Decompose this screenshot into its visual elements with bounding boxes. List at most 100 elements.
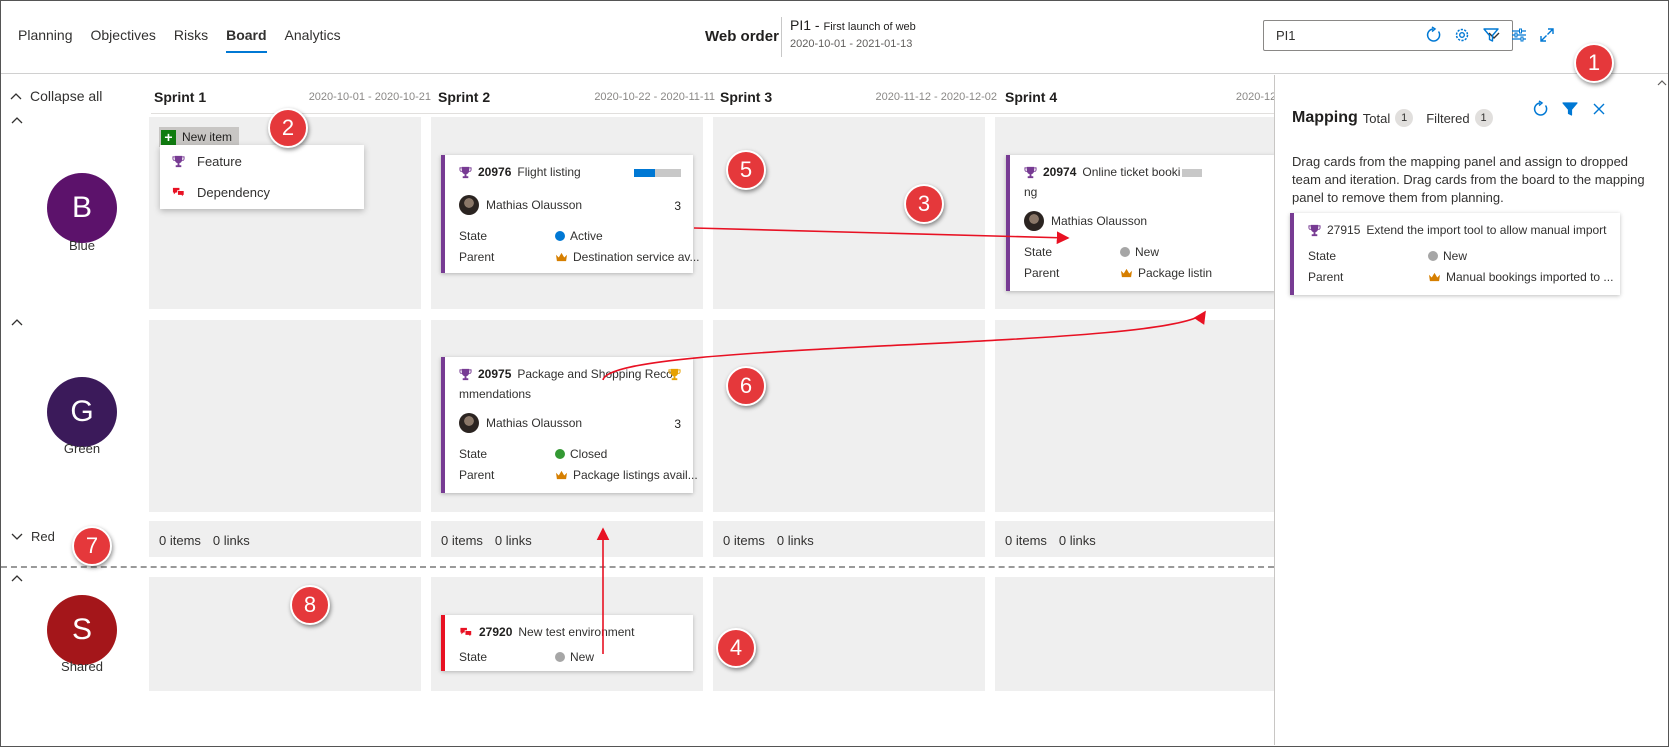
dependency-icon xyxy=(172,187,185,199)
sprint-name: Sprint 1 xyxy=(154,89,207,105)
pi-subtitle: First launch of web xyxy=(823,21,916,33)
settings-gear-icon[interactable] xyxy=(1453,26,1471,44)
parent-value[interactable]: Manual bookings imported to ... xyxy=(1428,270,1613,284)
state-text: Closed xyxy=(570,447,608,461)
plan-name: Web order xyxy=(705,28,779,45)
cell-blue-sprint3[interactable] xyxy=(713,117,985,309)
card-id: 20975 xyxy=(478,367,512,381)
filtered-label: Filtered xyxy=(1426,110,1470,126)
cell-green-sprint4[interactable] xyxy=(995,320,1274,512)
state-label: State xyxy=(1308,249,1337,263)
callout-2: 2 xyxy=(268,108,308,148)
parent-label: Parent xyxy=(459,468,495,482)
state-label: State xyxy=(459,447,488,461)
sprint-dates: 2020-12-0 xyxy=(1235,91,1274,103)
board: Collapse all Sprint 1 2020-10-01 - 2020-… xyxy=(1,75,1274,745)
shared-divider xyxy=(1,566,1274,568)
chevron-up-icon[interactable] xyxy=(10,573,24,583)
state-text: New xyxy=(570,650,595,664)
chevron-up-icon xyxy=(10,93,22,100)
cell-green-sprint3[interactable] xyxy=(713,320,985,512)
crown-icon xyxy=(1121,268,1132,277)
effort-value: 3 xyxy=(674,417,681,431)
card-20976[interactable]: 20976 Flight listing Mathias Olausson 3 … xyxy=(441,155,700,273)
trophy-icon xyxy=(172,155,185,168)
scroll-up-icon[interactable] xyxy=(1657,78,1667,88)
sprint-header-4: Sprint 4 2020-12-0 xyxy=(1000,87,1274,107)
crown-icon xyxy=(556,252,567,261)
assignee-name: Mathias Olausson xyxy=(486,198,583,212)
team-avatar-shared: S xyxy=(47,595,117,665)
card-20974[interactable]: 20974 Online ticket booki ng Mathias Ola… xyxy=(1006,155,1274,291)
collapse-all-button[interactable]: Collapse all xyxy=(10,88,102,104)
filter-icon[interactable] xyxy=(1561,100,1579,118)
tab-risks[interactable]: Risks xyxy=(174,27,208,53)
cell-shared-sprint3[interactable] xyxy=(713,577,985,691)
assignee-name: Mathias Olausson xyxy=(486,416,583,430)
chevron-down-icon[interactable] xyxy=(10,531,24,541)
card-title-wrap: mmendations xyxy=(459,387,532,401)
tab-objectives[interactable]: Objectives xyxy=(91,27,156,53)
mapping-card-27915[interactable]: 27915 Extend the import tool to allow ma… xyxy=(1290,213,1620,295)
red-sprint2-summary: 0 items 0 links xyxy=(441,533,532,548)
parent-value[interactable]: Package listin xyxy=(1120,266,1212,280)
callout-8: 8 xyxy=(290,585,330,625)
card-27920[interactable]: 27920 New test environment State New xyxy=(441,615,693,671)
state-value: New xyxy=(1428,249,1467,263)
trophy-icon xyxy=(1024,166,1037,178)
chevron-up-icon[interactable] xyxy=(10,317,24,327)
state-text: Active xyxy=(570,229,603,243)
team-avatar-green: G xyxy=(47,377,117,447)
pi-dates: 2020-10-01 - 2021-01-13 xyxy=(790,38,913,50)
collapse-all-label: Collapse all xyxy=(30,88,103,104)
progress-bar xyxy=(1182,169,1202,177)
parent-text: Package listin xyxy=(1138,266,1213,280)
tab-planning[interactable]: Planning xyxy=(18,27,73,53)
dependency-icon xyxy=(460,627,472,638)
card-id: 27915 xyxy=(1327,223,1361,237)
pi-separator: - xyxy=(814,17,820,33)
panel-title: Mapping xyxy=(1292,109,1358,126)
parent-value[interactable]: Destination service av... xyxy=(555,250,700,264)
crown-icon xyxy=(1429,272,1440,281)
state-value: Active xyxy=(555,229,603,243)
filter-icon[interactable] xyxy=(1482,26,1500,44)
close-icon[interactable] xyxy=(1591,101,1607,117)
tab-analytics[interactable]: Analytics xyxy=(285,27,341,53)
callout-5: 5 xyxy=(726,150,766,190)
parent-text: Manual bookings imported to ... xyxy=(1446,270,1614,284)
team-label-blue: Blue xyxy=(68,238,96,253)
sprint-dates: 2020-11-12 - 2020-12-02 xyxy=(875,91,998,103)
parent-label: Parent xyxy=(1024,266,1060,280)
sprint-dates: 2020-10-01 - 2020-10-21 xyxy=(308,91,431,103)
parent-value[interactable]: Package listings avail... xyxy=(555,468,698,482)
state-dot xyxy=(555,231,565,241)
options-sliders-icon[interactable] xyxy=(1510,26,1528,44)
callout-4: 4 xyxy=(716,628,756,668)
cell-green-sprint1[interactable] xyxy=(149,320,421,512)
team-label-red: Red xyxy=(31,529,55,544)
refresh-icon[interactable] xyxy=(1532,100,1550,118)
state-label: State xyxy=(1024,245,1053,259)
pi-dropdown[interactable]: PI1 xyxy=(1263,20,1513,51)
fullscreen-icon[interactable] xyxy=(1538,26,1556,44)
cell-shared-sprint4[interactable] xyxy=(995,577,1274,691)
new-item-button[interactable]: + New item xyxy=(159,127,239,147)
header-divider xyxy=(151,113,1274,114)
state-dot xyxy=(555,652,565,662)
cell-shared-sprint1[interactable] xyxy=(149,577,421,691)
card-title: Extend the import tool to allow manual i… xyxy=(1366,223,1607,237)
items-count: 0 items xyxy=(1005,533,1047,548)
menu-item-dependency[interactable]: Dependency xyxy=(172,185,270,200)
items-count: 0 items xyxy=(441,533,483,548)
card-id: 20974 xyxy=(1043,165,1077,179)
sprint-name: Sprint 2 xyxy=(438,89,491,105)
pi-dropdown-value: PI1 xyxy=(1276,28,1296,43)
progress-bar xyxy=(634,169,681,177)
chevron-up-icon[interactable] xyxy=(10,115,24,125)
card-20975[interactable]: 20975 Package and Shopping Reco mmendati… xyxy=(441,357,698,493)
menu-item-feature[interactable]: Feature xyxy=(172,154,242,169)
tab-board[interactable]: Board xyxy=(226,27,267,53)
refresh-icon[interactable] xyxy=(1425,26,1443,44)
links-count: 0 links xyxy=(212,533,250,548)
